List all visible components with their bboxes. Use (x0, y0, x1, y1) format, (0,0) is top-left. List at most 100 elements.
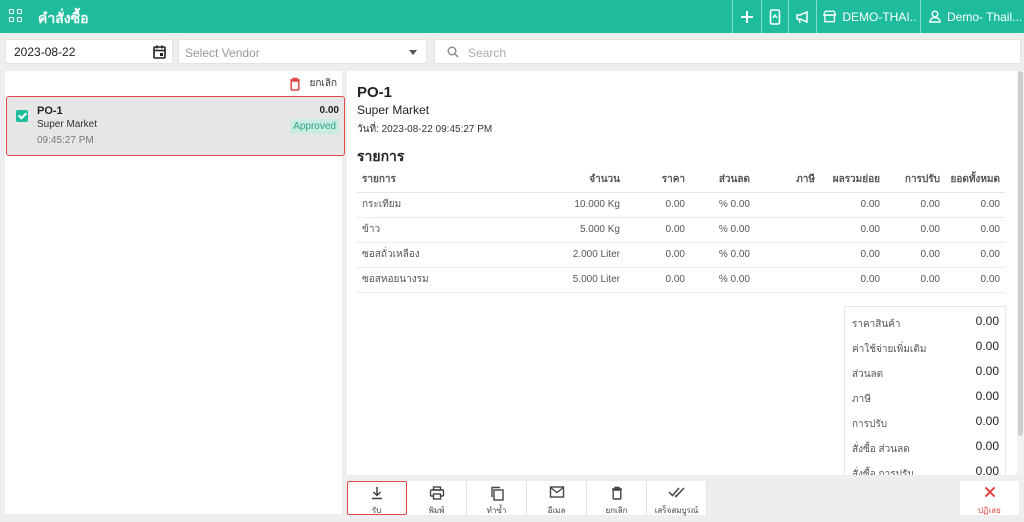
cell-tax (755, 267, 820, 293)
cell-subtotal: 0.00 (820, 192, 885, 218)
check-icon[interactable] (16, 110, 28, 122)
order-number: PO-1 (37, 105, 63, 117)
trash-icon (611, 486, 622, 500)
col-header-discount: ส่วนลด (690, 168, 755, 193)
cell-total: 0.00 (945, 192, 1005, 218)
total-row: สั่งซื้อ ส่วนลด 0.00 (845, 434, 1005, 459)
complete-label: เสร็จสมบูรณ์ (654, 506, 699, 515)
cell-price: 0.00 (625, 267, 690, 293)
email-button[interactable]: อีเมล (527, 481, 587, 515)
order-amount: 0.00 (319, 105, 339, 116)
total-value: 0.00 (975, 439, 999, 453)
col-header-adjust: การปรับ (885, 168, 945, 193)
user-menu[interactable]: Demo- Thail... (920, 0, 1024, 33)
cell-total: 0.00 (945, 217, 1005, 243)
table-row: กระเทียม 10.000 Kg 0.00 % 0.00 0.00 0.00… (357, 192, 1005, 218)
total-row: สั่งซื้อ การปรับ 0.00 (845, 459, 1005, 475)
cell-total: 0.00 (945, 242, 1005, 268)
cell-total: 0.00 (945, 267, 1005, 293)
complete-button[interactable]: เสร็จสมบูรณ์ (647, 481, 707, 515)
calendar-icon[interactable] (153, 45, 166, 59)
total-label: ภาษี (852, 394, 871, 405)
download-icon (371, 487, 382, 500)
total-value: 0.00 (975, 389, 999, 403)
cancel-orders-button[interactable]: ยกเลิก (289, 76, 337, 91)
order-vendor: Super Market (37, 119, 98, 130)
col-header-price: ราคา (625, 168, 690, 193)
search-placeholder: Search (468, 46, 507, 60)
total-label: ค่าใช้จ่ายเพิ่มเติม (852, 344, 927, 355)
search-input[interactable]: Search (434, 39, 1021, 64)
total-row: ค่าใช้จ่ายเพิ่มเติม 0.00 (845, 334, 1005, 359)
vendor-select[interactable]: Select Vendor (178, 39, 427, 64)
cell-qty: 5.000 Kg (497, 217, 625, 243)
receive-label: รับ (371, 506, 382, 515)
col-header-qty: จำนวน (497, 168, 625, 193)
cell-price: 0.00 (625, 242, 690, 268)
date-value: 2023-08-22 (14, 45, 76, 59)
vendor-placeholder: Select Vendor (185, 46, 260, 60)
detail-vendor: Super Market (357, 103, 430, 117)
cell-adjust: 0.00 (885, 217, 945, 243)
user-icon (929, 10, 941, 23)
detail-date-value: 2023-08-22 09:45:27 PM (381, 124, 493, 135)
apps-icon[interactable] (9, 9, 23, 23)
col-header-tax: ภาษี (755, 168, 820, 193)
total-value: 0.00 (975, 314, 999, 328)
cell-qty: 5.000 Liter (497, 267, 625, 293)
cell-tax (755, 242, 820, 268)
cell-tax (755, 192, 820, 218)
items-heading: รายการ (357, 148, 405, 164)
cell-adjust: 0.00 (885, 267, 945, 293)
store-selector[interactable]: DEMO-THAI... (816, 0, 916, 33)
print-label: พิมพ์ (428, 506, 445, 515)
total-value: 0.00 (975, 414, 999, 428)
cell-adjust: 0.00 (885, 242, 945, 268)
cell-subtotal: 0.00 (820, 242, 885, 268)
col-header-subtotal: ผลรวมย่อย (820, 168, 885, 193)
cell-discount: % 0.00 (690, 242, 755, 268)
cell-price: 0.00 (625, 217, 690, 243)
phone-button[interactable] (761, 0, 788, 33)
reject-button[interactable]: ปฏิเสธ (960, 481, 1019, 515)
table-row: ข้าว 5.000 Kg 0.00 % 0.00 0.00 0.00 0.00 (357, 217, 1005, 243)
chevron-down-icon (409, 50, 417, 55)
announcement-button[interactable] (788, 0, 816, 33)
add-button[interactable] (732, 0, 761, 33)
phone-icon (769, 8, 781, 25)
app-header: คำสั่งซื้อ DEMO-THAI... Demo- Thail... (0, 0, 1024, 33)
cell-item: กระเทียม (357, 192, 497, 218)
date-picker[interactable]: 2023-08-22 (5, 39, 173, 64)
close-icon (984, 486, 995, 498)
table-row: ซอสหอยนางรม 5.000 Liter 0.00 % 0.00 0.00… (357, 267, 1005, 293)
items-table: รายการ จำนวน ราคา ส่วนลด ภาษี ผลรวมย่อย … (357, 168, 1005, 293)
cell-tax (755, 217, 820, 243)
store-name: DEMO-THAI... (842, 9, 916, 24)
cell-price: 0.00 (625, 192, 690, 218)
scrollbar-thumb[interactable] (1018, 71, 1023, 436)
status-badge: Approved (290, 119, 339, 134)
plus-icon (741, 10, 753, 23)
cell-discount: % 0.00 (690, 267, 755, 293)
copy-icon (490, 486, 504, 501)
printer-icon (429, 486, 444, 500)
duplicate-button[interactable]: ทำซ้ำ (467, 481, 527, 515)
cancel-orders-label: ยกเลิก (309, 78, 337, 89)
reject-label: ปฏิเสธ (978, 506, 1001, 515)
cell-qty: 10.000 Kg (497, 192, 625, 218)
order-list-item[interactable]: PO-1 Super Market 09:45:27 PM 0.00 Appro… (6, 96, 345, 156)
cell-adjust: 0.00 (885, 192, 945, 218)
total-label: ราคาสินค้า (852, 319, 901, 330)
receive-button[interactable]: รับ (347, 481, 407, 515)
order-list-panel: ยกเลิก PO-1 Super Market 09:45:27 PM 0.0… (5, 71, 345, 514)
total-row: ราคาสินค้า 0.00 (845, 309, 1005, 334)
total-value: 0.00 (975, 464, 999, 475)
print-button[interactable]: พิมพ์ (407, 481, 467, 515)
detail-order-number: PO-1 (357, 84, 393, 101)
order-time: 09:45:27 PM (37, 135, 94, 146)
totals-summary: ราคาสินค้า 0.00 ค่าใช้จ่ายเพิ่มเติม 0.00 ส… (844, 306, 1006, 475)
cancel-order-button[interactable]: ยกเลิก (587, 481, 647, 515)
detail-date-label: วันที่: (357, 124, 379, 135)
total-label: การปรับ (852, 419, 888, 430)
detail-scrollbar[interactable] (1017, 71, 1024, 475)
